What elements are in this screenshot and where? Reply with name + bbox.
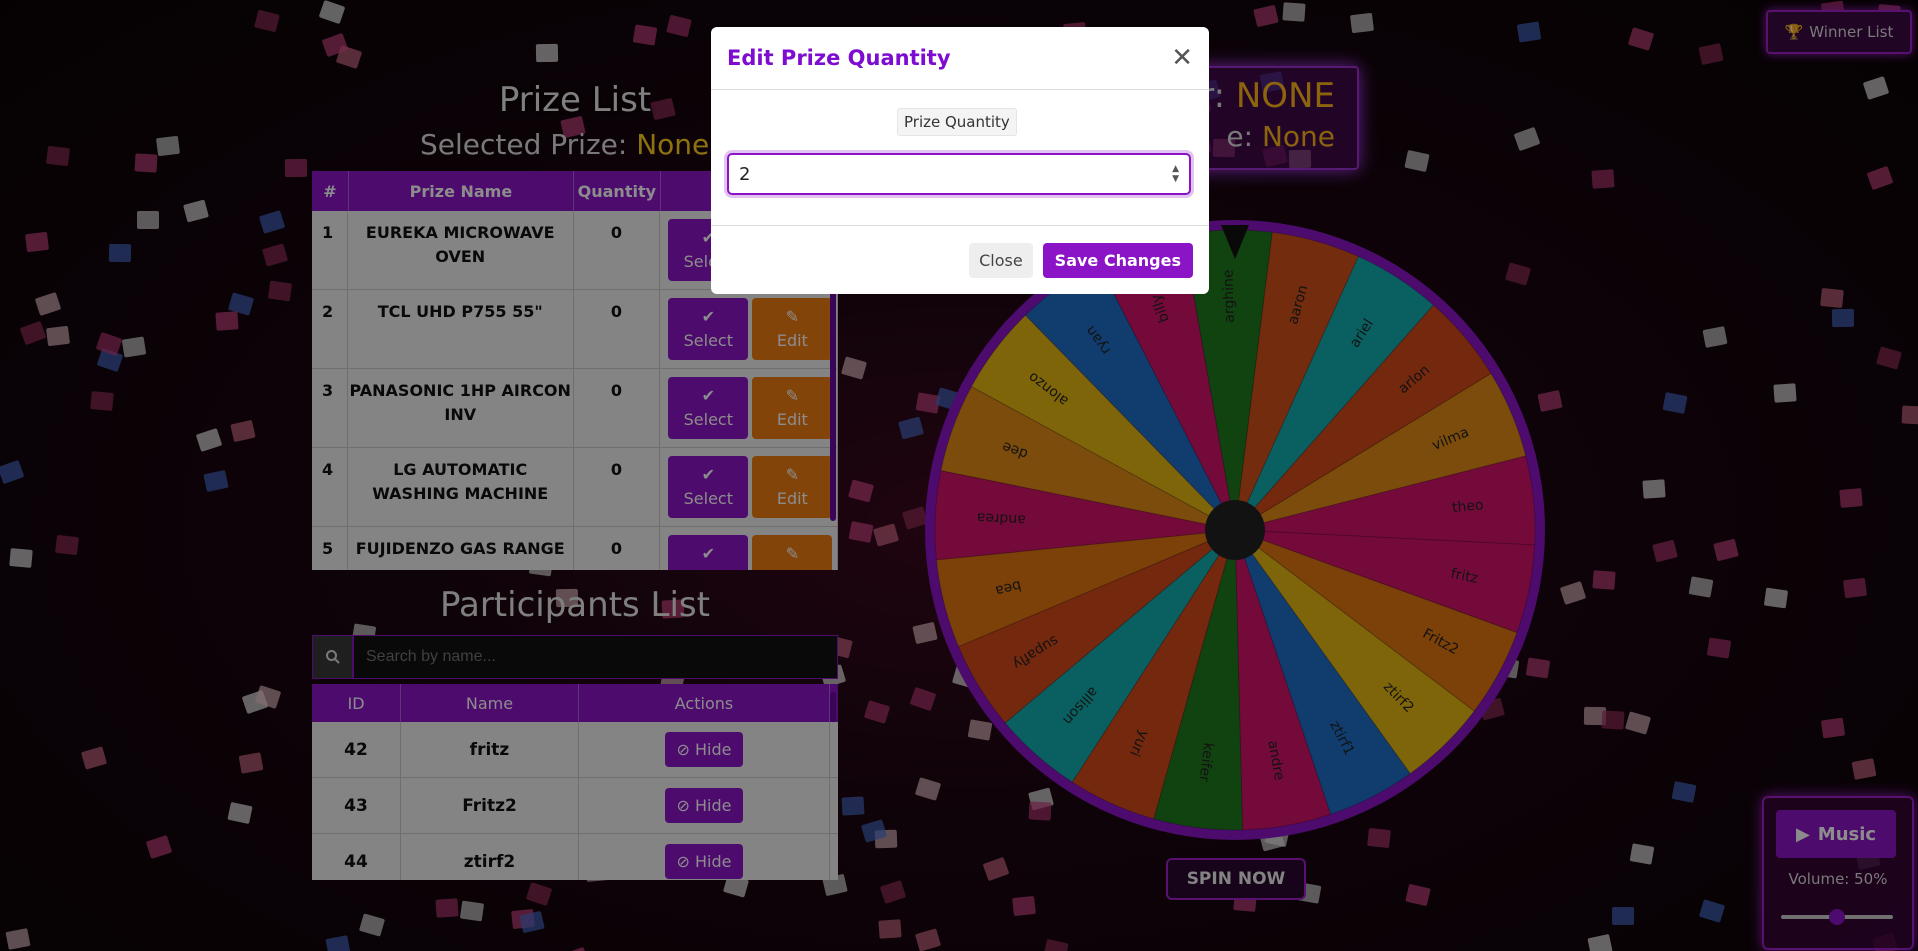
close-icon[interactable]: ✕ [1171, 43, 1193, 73]
modal-footer: Close Save Changes [711, 226, 1209, 294]
modal-title: Edit Prize Quantity [727, 46, 951, 70]
save-changes-button[interactable]: Save Changes [1042, 242, 1193, 278]
number-spinner-icon[interactable]: ▲ ▼ [1172, 164, 1179, 184]
edit-prize-modal: Edit Prize Quantity ✕ Prize Quantity 2 ▲… [711, 27, 1209, 294]
prize-quantity-label: Prize Quantity [897, 108, 1017, 136]
modal-header: Edit Prize Quantity ✕ [711, 27, 1209, 90]
prize-quantity-input[interactable]: 2 ▲ ▼ [727, 153, 1191, 195]
close-button[interactable]: Close [969, 242, 1033, 278]
prize-quantity-value: 2 [739, 163, 751, 185]
modal-body: Prize Quantity 2 ▲ ▼ [711, 90, 1209, 226]
